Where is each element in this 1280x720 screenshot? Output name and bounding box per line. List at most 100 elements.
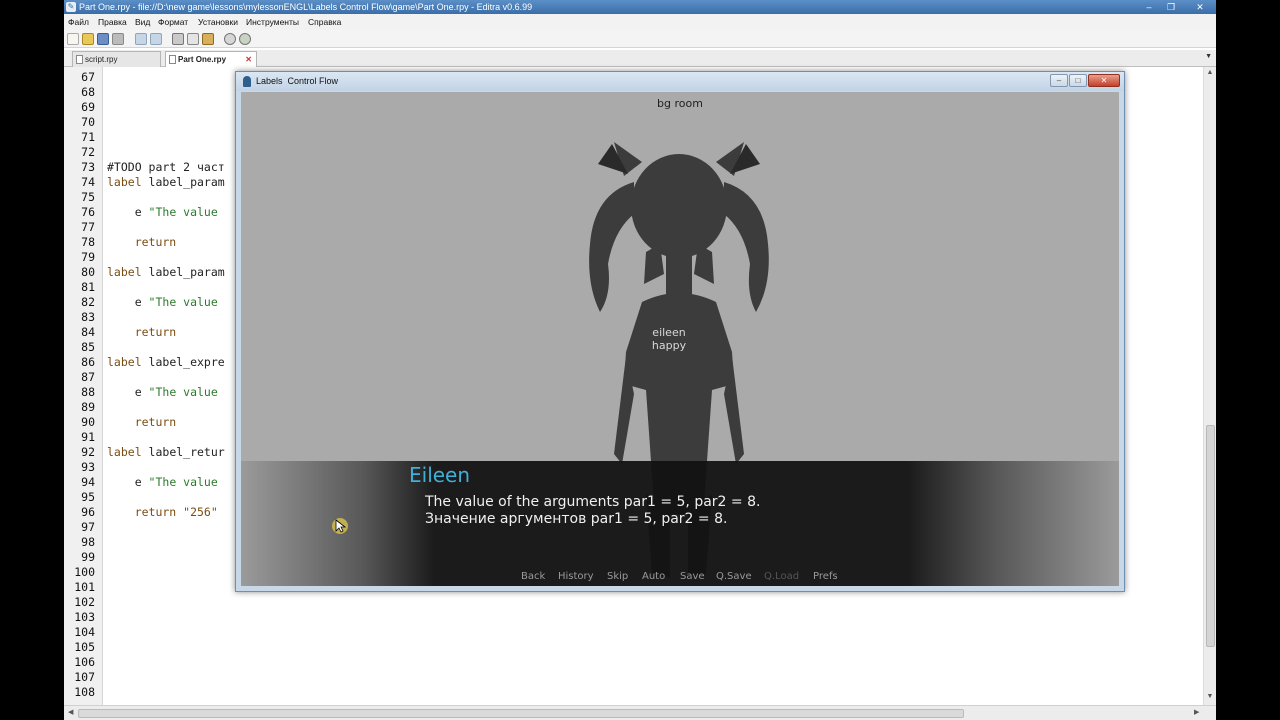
code-line-84: return: [107, 325, 177, 339]
scroll-left-icon[interactable]: ◀: [68, 708, 73, 716]
menu-settings[interactable]: Установки: [198, 14, 238, 30]
line-number: 89: [81, 400, 95, 414]
line-number: 86: [81, 355, 95, 369]
sprite-expression-text: happy: [651, 339, 687, 352]
line-number: 69: [81, 100, 95, 114]
sprite-label: eileen happy: [619, 326, 719, 352]
menu-help[interactable]: Справка: [308, 14, 341, 30]
save-icon[interactable]: [97, 33, 109, 45]
line-number: 80: [81, 265, 95, 279]
new-file-icon[interactable]: [67, 33, 79, 45]
code-line-82: e "The value: [107, 295, 218, 309]
tab-part-one-rpy[interactable]: Part One.rpy ✕: [165, 51, 257, 67]
vertical-scroll-thumb[interactable]: [1206, 425, 1215, 647]
line-number: 71: [81, 130, 95, 144]
tab-script-rpy[interactable]: script.rpy: [72, 51, 161, 67]
renpy-game-window[interactable]: Labels Control Flow – □ ✕ bg room eileen…: [235, 71, 1125, 592]
tab-label: script.rpy: [85, 55, 118, 64]
line-number: 75: [81, 190, 95, 204]
toolbar: [64, 30, 1216, 48]
menu-bar: Файл Правка Вид Формат Установки Инструм…: [64, 14, 1216, 30]
line-number: 106: [74, 655, 95, 669]
line-number: 99: [81, 550, 95, 564]
dialogue-box[interactable]: Eileen The value of the arguments par1 =…: [241, 461, 1119, 586]
horizontal-scroll-thumb[interactable]: [78, 709, 964, 718]
undo-icon[interactable]: [135, 33, 147, 45]
quick-menu-back[interactable]: Back: [521, 571, 545, 582]
line-number: 104: [74, 625, 95, 639]
line-number: 90: [81, 415, 95, 429]
find-replace-icon[interactable]: [239, 33, 251, 45]
game-minimize-button[interactable]: –: [1050, 74, 1068, 87]
minimize-button[interactable]: –: [1140, 1, 1158, 13]
mouse-cursor-icon: [332, 518, 348, 534]
line-number: 103: [74, 610, 95, 624]
dialogue-line-ru: Значение аргументов par1 = 5, par2 = 8.: [425, 511, 728, 527]
copy-icon[interactable]: [187, 33, 199, 45]
maximize-button[interactable]: ❐: [1162, 1, 1180, 13]
cut-icon[interactable]: [172, 33, 184, 45]
find-icon[interactable]: [224, 33, 236, 45]
vertical-scrollbar[interactable]: ▲ ▼: [1203, 67, 1216, 705]
line-number: 76: [81, 205, 95, 219]
menu-view[interactable]: Вид: [135, 14, 150, 30]
line-number: 108: [74, 685, 95, 699]
quick-menu-save[interactable]: Save: [680, 571, 705, 582]
background-label: bg room: [657, 97, 703, 110]
line-number: 74: [81, 175, 95, 189]
game-maximize-button[interactable]: □: [1069, 74, 1087, 87]
game-scene[interactable]: bg room eileen happy Eileen The value of…: [241, 92, 1119, 586]
line-number: 78: [81, 235, 95, 249]
quick-menu-qsave[interactable]: Q.Save: [716, 571, 752, 582]
scroll-right-icon[interactable]: ▶: [1194, 708, 1199, 716]
line-number: 95: [81, 490, 95, 504]
menu-tools[interactable]: Инструменты: [246, 14, 299, 30]
tab-label: Part One.rpy: [178, 55, 227, 64]
menu-format[interactable]: Формат: [158, 14, 188, 30]
line-number: 79: [81, 250, 95, 264]
line-number: 72: [81, 145, 95, 159]
tab-list-dropdown-icon[interactable]: ▼: [1205, 53, 1212, 60]
quick-menu-prefs[interactable]: Prefs: [813, 571, 838, 582]
horizontal-scrollbar[interactable]: ◀ ▶: [64, 705, 1216, 720]
document-icon: [76, 55, 83, 64]
line-number: 70: [81, 115, 95, 129]
code-line-94: e "The value: [107, 475, 218, 489]
line-number: 100: [74, 565, 95, 579]
line-number: 77: [81, 220, 95, 234]
line-number-gutter: 67 68 69 70 71 72 73 74 75 76 77 78 79 80 81 82 83 84 85 86…: [64, 67, 103, 705]
line-number: 84: [81, 325, 95, 339]
scroll-up-icon[interactable]: ▲: [1204, 69, 1216, 76]
redo-icon[interactable]: [150, 33, 162, 45]
quick-menu-qload[interactable]: Q.Load: [764, 571, 799, 582]
tab-close-icon[interactable]: ✕: [245, 52, 252, 67]
game-close-button[interactable]: ✕: [1088, 74, 1120, 87]
print-icon[interactable]: [112, 33, 124, 45]
code-line-76: e "The value: [107, 205, 218, 219]
quick-menu-auto[interactable]: Auto: [642, 571, 665, 582]
quick-menu-history[interactable]: History: [558, 571, 594, 582]
speaker-name: Eileen: [409, 463, 471, 487]
paste-icon[interactable]: [202, 33, 214, 45]
editor-title-bar[interactable]: ✎ Part One.rpy - file://D:\new game\less…: [64, 0, 1216, 14]
open-folder-icon[interactable]: [82, 33, 94, 45]
quick-menu-skip[interactable]: Skip: [607, 571, 628, 582]
game-title-bar[interactable]: Labels Control Flow: [236, 72, 1124, 91]
code-line-88: e "The value: [107, 385, 218, 399]
line-number: 81: [81, 280, 95, 294]
dialogue-text: The value of the arguments par1 = 5, par…: [425, 494, 760, 528]
code-line-80: label label_param: [107, 265, 225, 279]
document-icon: [169, 55, 176, 64]
menu-edit[interactable]: Правка: [98, 14, 127, 30]
close-button[interactable]: ✕: [1191, 1, 1209, 13]
menu-file[interactable]: Файл: [68, 14, 89, 30]
sprite-name-text: eileen: [652, 326, 686, 339]
tab-bar: script.rpy Part One.rpy ✕ ▼: [64, 50, 1216, 67]
scroll-down-icon[interactable]: ▼: [1204, 693, 1216, 700]
code-line-90: return: [107, 415, 177, 429]
line-number: 73: [81, 160, 95, 174]
game-window-title: Labels Control Flow: [256, 76, 339, 86]
line-number: 94: [81, 475, 95, 489]
code-line-73: #TODO part 2 част: [107, 160, 225, 174]
code-line-74: label label_param: [107, 175, 225, 189]
